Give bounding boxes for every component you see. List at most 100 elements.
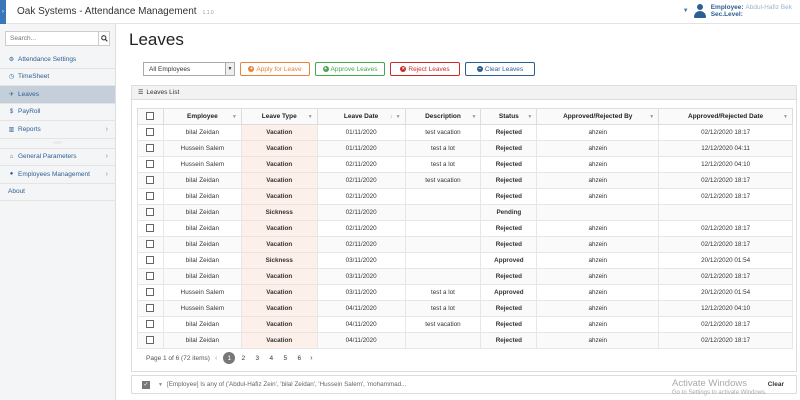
row-select-cell[interactable]: [137, 156, 164, 173]
sidebar-item-label: PayRoll: [18, 108, 41, 116]
sidebar-item-general-parameters[interactable]: ⌂ General Parameters ›: [0, 149, 115, 166]
table-row[interactable]: bilal Zeidan Vacation 01/11/2020 test vacat…: [137, 124, 793, 141]
table-row[interactable]: Hussein Salem Vacation 04/11/2020 test a lo…: [137, 300, 793, 317]
filter-icon[interactable]: ▼: [783, 114, 788, 120]
column-header-leave-date[interactable]: Leave Date ↕ ▼: [316, 108, 406, 125]
row-select-cell[interactable]: [137, 204, 164, 221]
chevron-left-icon[interactable]: ‹: [215, 355, 217, 362]
user-menu[interactable]: ▼ Employee: Abdul-Hafiz Bek Sec.Level:: [683, 4, 792, 18]
table-row[interactable]: Hussein Salem Vacation 01/11/2020 test a lo…: [137, 140, 793, 157]
column-header-employee[interactable]: Employee ▼: [162, 108, 242, 125]
filter-enabled-checkbox[interactable]: ✓: [142, 380, 150, 389]
column-header-approved-by[interactable]: Approved/Rejected By ▼: [536, 108, 660, 125]
table-row[interactable]: bilal Zeidan Vacation 02/11/2020 Rejected ah…: [137, 236, 793, 253]
row-checkbox[interactable]: [146, 191, 155, 200]
approve-leaves-button[interactable]: + Approve Leaves: [315, 62, 385, 76]
row-checkbox[interactable]: [146, 127, 155, 136]
row-checkbox[interactable]: [146, 287, 155, 296]
table-row[interactable]: Hussein Salem Vacation 03/11/2020 test a lo…: [137, 284, 793, 301]
sidebar-item-leaves[interactable]: ✈ Leaves: [0, 86, 115, 104]
filter-expression[interactable]: [Employee] Is any of ('Abdul-Hafiz Zein'…: [167, 381, 406, 388]
column-header-approved-date[interactable]: Approved/Rejected Date ▼: [658, 108, 793, 125]
row-select-cell[interactable]: [137, 236, 164, 253]
sidebar-item-label: TimeSheet: [18, 73, 50, 81]
row-checkbox[interactable]: [146, 271, 155, 280]
table-row[interactable]: bilal Zeidan Vacation 04/11/2020 test vacat…: [137, 316, 793, 333]
table-row[interactable]: bilal Zeidan Sickness 03/11/2020 Approved ah…: [137, 252, 793, 269]
search-button[interactable]: [98, 31, 110, 46]
sidebar-item-payroll[interactable]: $ PayRoll: [0, 104, 115, 121]
status-cell: Rejected: [480, 140, 538, 157]
sidebar-toggle-button[interactable]: ›: [0, 0, 6, 24]
page-button-2[interactable]: 2: [237, 352, 249, 364]
sidebar-item-employees-management[interactable]: ● Employees Management ›: [0, 166, 115, 184]
filter-icon[interactable]: ▼: [396, 114, 401, 120]
user-icon: ●: [9, 171, 14, 178]
table-row[interactable]: Hussein Salem Vacation 02/11/2020 test a lo…: [137, 156, 793, 173]
row-checkbox[interactable]: [146, 239, 155, 248]
row-checkbox[interactable]: [146, 207, 155, 216]
row-checkbox[interactable]: [146, 335, 155, 344]
row-select-cell[interactable]: [137, 316, 164, 333]
page-button-1[interactable]: 1: [223, 352, 236, 364]
sort-icon[interactable]: ↕: [390, 114, 393, 120]
row-select-cell[interactable]: [137, 252, 164, 269]
table-row[interactable]: bilal Zeidan Vacation 04/11/2020 Rejected ah…: [137, 332, 793, 349]
sidebar-item-reports[interactable]: ▥ Reports ›: [0, 121, 115, 139]
table-row[interactable]: bilal Zeidan Vacation 02/11/2020 Rejected ah…: [137, 220, 793, 237]
row-select-cell[interactable]: [137, 268, 164, 285]
table-row[interactable]: bilal Zeidan Vacation 02/11/2020 test vacat…: [137, 172, 793, 189]
row-select-cell[interactable]: [137, 124, 164, 141]
row-checkbox[interactable]: [146, 159, 155, 168]
filter-icon[interactable]: ▼: [232, 114, 237, 120]
page-button-5[interactable]: 5: [279, 352, 291, 364]
clear-leaves-button[interactable]: − Clear Leaves: [465, 62, 535, 76]
table-row[interactable]: bilal Zeidan Vacation 03/11/2020 Rejected ah…: [137, 268, 793, 285]
approved-date-cell: 02/12/2020 18:17: [658, 236, 793, 253]
sidebar-item-timesheet[interactable]: ◷ TimeSheet: [0, 69, 115, 86]
select-all-checkbox[interactable]: [146, 111, 155, 120]
row-checkbox[interactable]: [146, 319, 155, 328]
filter-icon[interactable]: ▼: [471, 114, 476, 120]
chevron-right-icon[interactable]: ›: [310, 355, 312, 362]
employee-filter-select[interactable]: All Employees ▼: [143, 62, 235, 76]
sidebar-item-attendance-settings[interactable]: ⚙ Attendance Settings: [0, 51, 115, 69]
column-header-description[interactable]: Description ▼: [404, 108, 482, 125]
leave-date-cell: 02/11/2020: [316, 220, 406, 237]
page-button-4[interactable]: 4: [265, 352, 277, 364]
column-header-leave-type[interactable]: Leave Type ▼: [240, 108, 318, 125]
status-cell: Rejected: [480, 156, 538, 173]
row-select-cell[interactable]: [137, 284, 164, 301]
row-select-cell[interactable]: [137, 188, 164, 205]
filter-icon[interactable]: ▼: [308, 114, 313, 120]
chevron-down-icon[interactable]: ▼: [225, 63, 234, 75]
approved-date-cell: 02/12/2020 18:17: [658, 172, 793, 189]
table-row[interactable]: bilal Zeidan Sickness 02/11/2020 Pending: [137, 204, 793, 221]
filter-icon[interactable]: ▼: [527, 114, 532, 120]
employee-cell: bilal Zeidan: [162, 236, 242, 253]
reject-leaves-button[interactable]: × Reject Leaves: [390, 62, 460, 76]
table-row[interactable]: bilal Zeidan Vacation 02/11/2020 Rejected ah…: [137, 188, 793, 205]
row-checkbox[interactable]: [146, 223, 155, 232]
select-all-cell[interactable]: [137, 108, 164, 125]
page-button-6[interactable]: 6: [293, 352, 305, 364]
row-checkbox[interactable]: [146, 175, 155, 184]
row-select-cell[interactable]: [137, 140, 164, 157]
row-select-cell[interactable]: [137, 332, 164, 349]
sidebar-search-input[interactable]: [5, 31, 98, 46]
row-select-cell[interactable]: [137, 300, 164, 317]
row-checkbox[interactable]: [146, 303, 155, 312]
row-select-cell[interactable]: [137, 172, 164, 189]
page-button-3[interactable]: 3: [251, 352, 263, 364]
apply-for-leave-button[interactable]: + Apply for Leave: [240, 62, 310, 76]
row-checkbox[interactable]: [146, 143, 155, 152]
plus-icon: +: [322, 66, 329, 72]
sidebar-item-about[interactable]: About: [0, 184, 115, 201]
caret-down-icon[interactable]: ▼: [683, 8, 689, 14]
clear-filter-button[interactable]: Clear: [768, 381, 784, 388]
row-checkbox[interactable]: [146, 255, 155, 264]
filter-icon[interactable]: ▼: [649, 114, 654, 120]
row-select-cell[interactable]: [137, 220, 164, 237]
column-header-status[interactable]: Status ▼: [480, 108, 538, 125]
description-cell: test vacation: [404, 124, 482, 141]
